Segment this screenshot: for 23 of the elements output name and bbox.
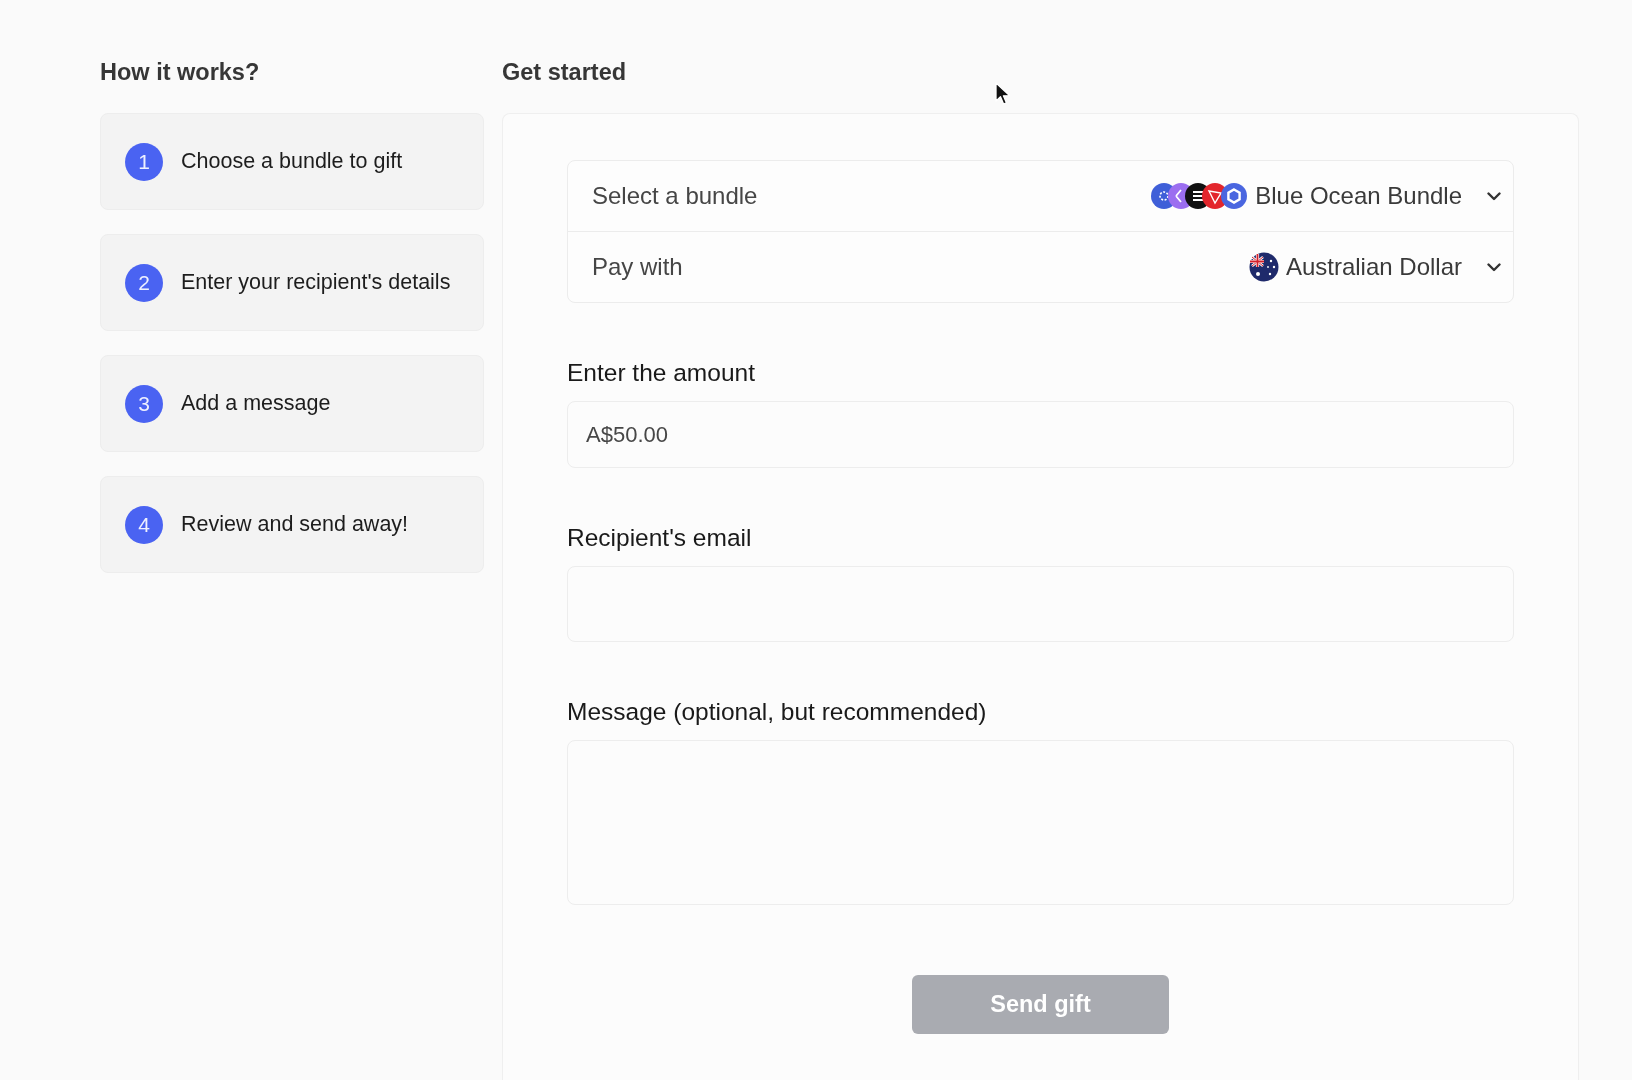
step-number: 4 bbox=[125, 505, 163, 544]
section-heading: How it works? bbox=[100, 58, 261, 87]
field-label: Pay with bbox=[592, 253, 683, 281]
step-label: Enter your recipient's details bbox=[181, 270, 451, 295]
step-label: Add a message bbox=[181, 391, 331, 416]
step-number: 3 bbox=[125, 384, 163, 423]
field-label: Select a bundle bbox=[592, 182, 758, 210]
dropdown-button[interactable]: Blue Ocean Bundle bbox=[1150, 178, 1501, 214]
step-number: 2 bbox=[125, 263, 163, 302]
chevron-down-icon bbox=[1487, 191, 1501, 201]
field-label: Message (optional, but recommended) bbox=[567, 698, 988, 726]
mouse-pointer-icon bbox=[995, 82, 1011, 106]
section-heading: Get started bbox=[502, 58, 628, 87]
input-field[interactable]: A$50.00 bbox=[567, 401, 1514, 468]
coin-logos-icon bbox=[1150, 182, 1249, 210]
step-label: Choose a bundle to gift bbox=[181, 149, 403, 174]
field-label: Recipient's email bbox=[567, 524, 753, 552]
dropdown-button[interactable]: Australian Dollar bbox=[1248, 248, 1501, 286]
step-label: Review and send away! bbox=[181, 512, 409, 537]
flag-icon bbox=[1248, 252, 1279, 282]
field-label: Enter the amount bbox=[567, 359, 756, 387]
step-number: 1 bbox=[125, 142, 163, 181]
chevron-down-icon bbox=[1487, 262, 1501, 272]
